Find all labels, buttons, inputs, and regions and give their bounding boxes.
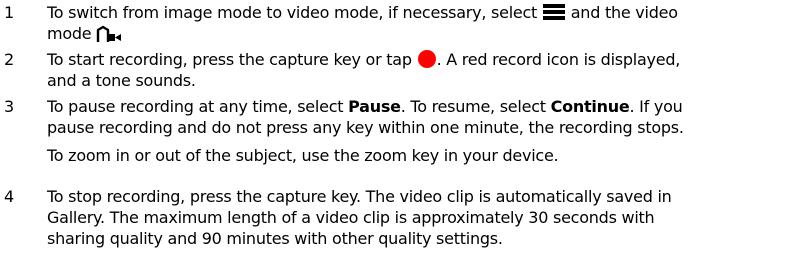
step-number: 2 [4,50,14,69]
step-3-text-a: To pause recording at any time, select [47,97,344,116]
note-text: To zoom in or out of the subject, use th… [47,145,807,166]
step-text: To stop recording, press the capture key… [47,186,807,249]
step-3-text-d: pause recording and do not press any key… [47,118,684,137]
step-1-text-b: and the video [570,3,678,22]
step-2-text-b: . A red record icon is displayed, [436,50,681,69]
instruction-list: 1 To switch from image mode to video mod… [0,0,809,273]
menu-icon [542,3,566,21]
step-2-text-a: To start recording, press the capture ke… [47,50,412,69]
pause-label: Pause [348,97,401,116]
video-mode-icon [96,25,122,43]
step-number: 3 [4,97,14,116]
step-4-line-2: Gallery. The maximum length of a video c… [47,208,655,227]
step-text: To switch from image mode to video mode,… [47,2,807,44]
zoom-note-text: To zoom in or out of the subject, use th… [47,146,559,165]
step-number: 4 [4,187,14,206]
step-1-text-a: To switch from image mode to video mode,… [47,3,538,22]
step-1-text-c: mode [47,24,92,43]
continue-label: Continue [550,97,630,116]
step-4-line-3: sharing quality and 90 minutes with othe… [47,229,503,248]
step-text: To pause recording at any time, select P… [47,96,807,138]
record-icon [417,49,437,69]
step-3-text-c: . If you [629,97,683,116]
step-text: To start recording, press the capture ke… [47,49,807,91]
step-number: 1 [4,3,14,22]
step-2-text-c: and a tone sounds. [47,71,196,90]
step-4-line-1: To stop recording, press the capture key… [47,187,672,206]
step-3-text-b: . To resume, select [400,97,546,116]
